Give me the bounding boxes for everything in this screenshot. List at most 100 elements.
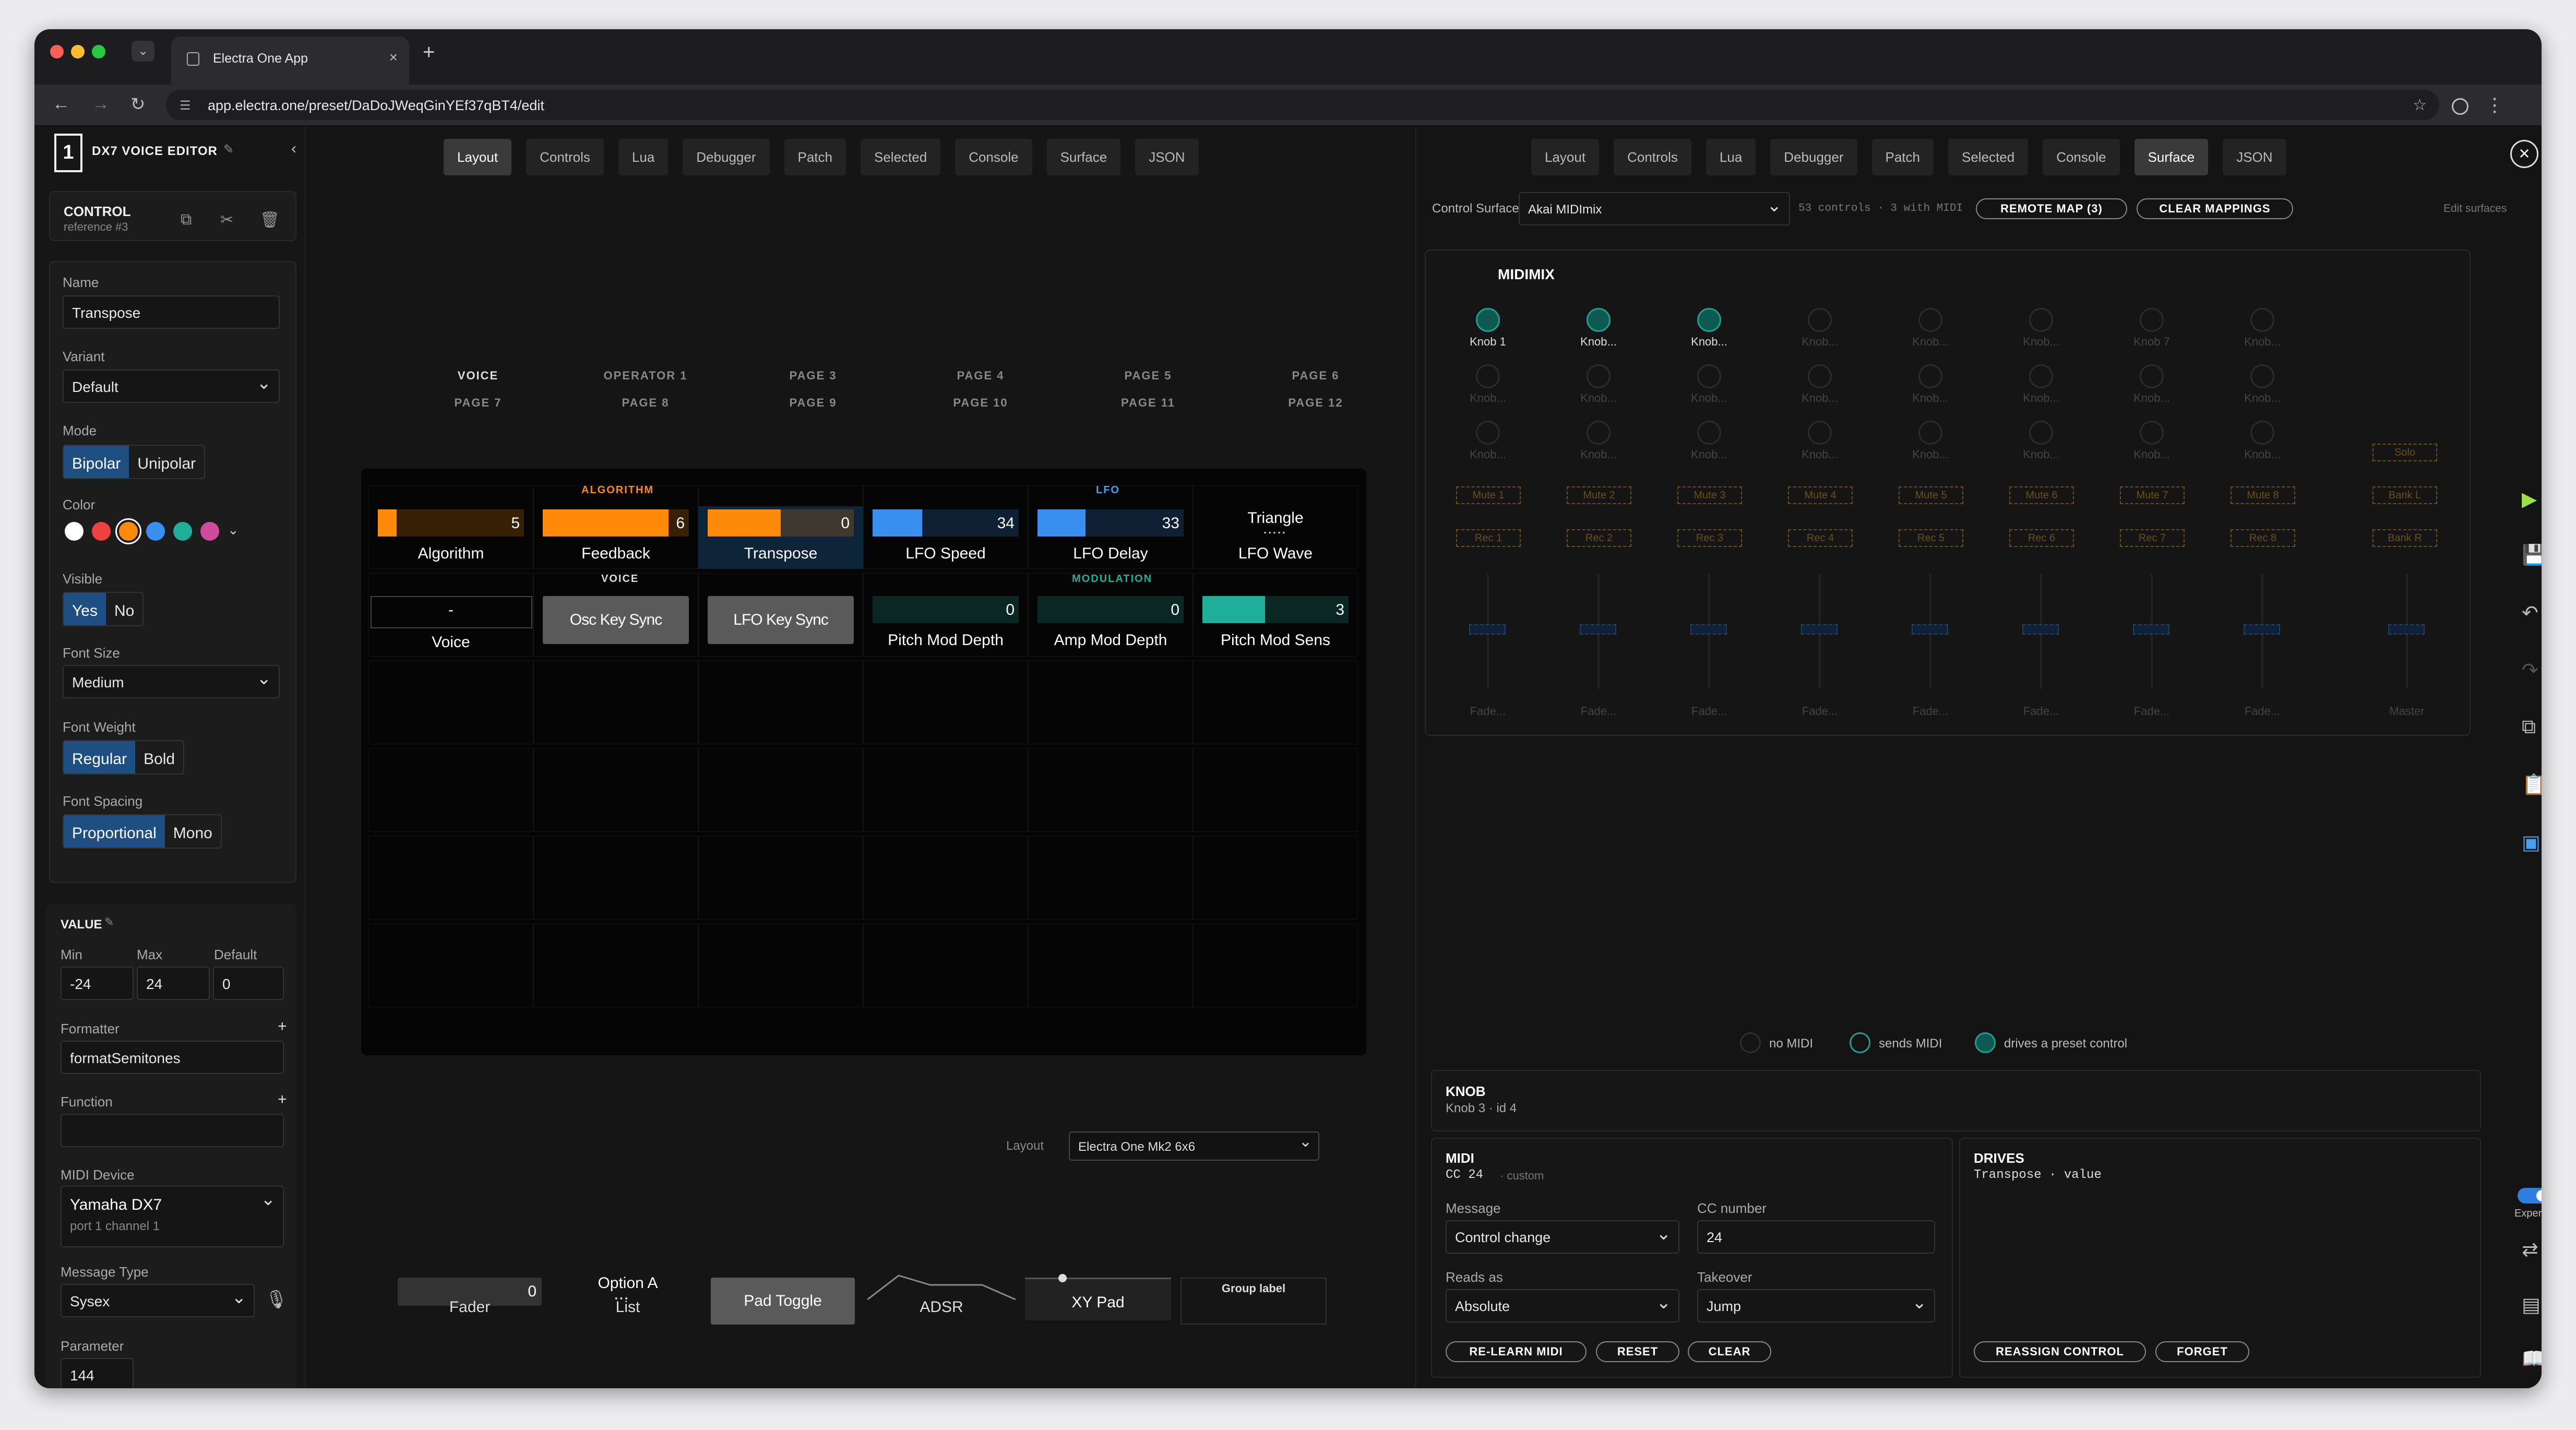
control-transpose[interactable]: 0 Transpose xyxy=(698,503,863,571)
play-icon[interactable]: ▶ xyxy=(2522,487,2537,511)
surface-fader-cap[interactable] xyxy=(2244,624,2280,635)
clear-mappings-button[interactable]: CLEAR MAPPINGS xyxy=(2137,198,2293,219)
add-function-button[interactable]: + xyxy=(278,1091,287,1109)
surface-fader-cap[interactable] xyxy=(2133,624,2169,635)
surface-knob[interactable] xyxy=(1808,364,1832,388)
surface-knob[interactable] xyxy=(2029,421,2053,445)
panel-toggle-icon[interactable]: ▣ xyxy=(2522,831,2541,854)
color-swatch[interactable] xyxy=(65,522,84,541)
surface-fader-cap[interactable] xyxy=(1469,624,1506,635)
surface-knob[interactable] xyxy=(2140,364,2164,388)
grid-cell[interactable] xyxy=(1028,748,1193,832)
mute-button[interactable]: Mute 6 xyxy=(2009,486,2074,504)
surface-knob[interactable] xyxy=(2250,308,2274,332)
surface-fader-cap[interactable] xyxy=(1912,624,1948,635)
maximize-window-button[interactable] xyxy=(92,45,105,58)
control-algorithm[interactable]: 5 Algorithm xyxy=(368,503,533,571)
profile-icon[interactable] xyxy=(2452,98,2468,115)
surface-knob[interactable] xyxy=(1587,421,1611,445)
color-swatch[interactable] xyxy=(92,522,111,541)
save-icon[interactable]: 💾 xyxy=(2522,544,2542,567)
formatter-input[interactable]: formatSemitones xyxy=(61,1041,284,1074)
forward-icon[interactable]: → xyxy=(92,94,110,114)
function-input[interactable] xyxy=(61,1114,284,1147)
surface-knob[interactable] xyxy=(1697,421,1721,445)
tab-surface[interactable]: Surface xyxy=(2134,139,2209,175)
control-surface-select[interactable]: Akai MIDImix xyxy=(1519,192,1790,225)
color-swatch[interactable] xyxy=(119,522,138,541)
default-input[interactable]: 0 xyxy=(213,967,284,1000)
close-window-button[interactable] xyxy=(50,45,64,58)
grid-cell[interactable] xyxy=(1028,661,1193,744)
bank-right-button[interactable]: Bank R xyxy=(2372,529,2437,547)
delete-icon[interactable]: 🗑 xyxy=(260,211,280,229)
tab-selected[interactable]: Selected xyxy=(861,139,941,175)
rec-button[interactable]: Rec 2 xyxy=(1567,529,1631,547)
tab-search-chevron-icon[interactable]: ⌄ xyxy=(132,41,154,62)
rec-button[interactable]: Rec 7 xyxy=(2120,529,2185,547)
page-tab[interactable]: OPERATOR 1 PAGE 8 xyxy=(593,362,698,416)
surface-knob[interactable] xyxy=(2250,421,2274,445)
tab-lua[interactable]: Lua xyxy=(618,139,669,175)
edit-title-pencil-icon[interactable]: ✎ xyxy=(223,142,234,157)
font-size-select[interactable]: Medium xyxy=(63,665,280,698)
back-icon[interactable]: ← xyxy=(52,94,70,114)
minimize-window-button[interactable] xyxy=(71,45,85,58)
surface-knob[interactable] xyxy=(1808,421,1832,445)
surface-knob[interactable] xyxy=(1918,364,1942,388)
control-voice[interactable]: - Voice xyxy=(368,590,533,658)
grid-cell[interactable] xyxy=(863,661,1028,744)
grid-cell[interactable] xyxy=(863,836,1028,920)
clear-button[interactable]: CLEAR xyxy=(1688,1341,1771,1362)
surface-knob[interactable] xyxy=(1918,421,1942,445)
tab-controls[interactable]: Controls xyxy=(526,139,604,175)
visible-yes[interactable]: Yes xyxy=(64,593,106,625)
relearn-midi-button[interactable]: RE-LEARN MIDI xyxy=(1446,1341,1587,1362)
add-formatter-button[interactable]: + xyxy=(278,1018,287,1035)
grid-cell[interactable] xyxy=(1193,836,1358,920)
surface-knob[interactable] xyxy=(2140,421,2164,445)
grid-cell[interactable] xyxy=(1028,836,1193,920)
tab-console[interactable]: Console xyxy=(2043,139,2120,175)
surface-fader-cap[interactable] xyxy=(2022,624,2059,635)
clipboard-icon[interactable]: 📋 xyxy=(2522,773,2542,796)
parameter-input[interactable]: 144 xyxy=(61,1358,134,1388)
forget-button[interactable]: FORGET xyxy=(2155,1341,2249,1362)
color-swatch[interactable] xyxy=(200,522,219,541)
close-pane-icon[interactable]: × xyxy=(2510,140,2538,168)
rec-button[interactable]: Rec 4 xyxy=(1788,529,1853,547)
url-input[interactable]: ☰ app.electra.one/preset/DaDoJWeqGinYEf3… xyxy=(166,90,2504,120)
surface-knob[interactable] xyxy=(1918,308,1942,332)
grid-cell[interactable] xyxy=(368,661,533,744)
mute-button[interactable]: Mute 1 xyxy=(1456,486,1521,504)
control-pitch-mod-sens[interactable]: 3 Pitch Mod Sens xyxy=(1193,590,1358,658)
variant-select[interactable]: Default xyxy=(63,370,280,403)
rec-button[interactable]: Rec 3 xyxy=(1677,529,1742,547)
grid-cell[interactable] xyxy=(1193,924,1358,1007)
surface-knob[interactable] xyxy=(2029,364,2053,388)
page-tab[interactable]: PAGE 4 PAGE 10 xyxy=(928,362,1033,416)
expert-toggle[interactable] xyxy=(2518,1188,2542,1203)
mute-button[interactable]: Mute 7 xyxy=(2120,486,2185,504)
close-tab-icon[interactable]: × xyxy=(389,49,398,66)
surface-knob[interactable] xyxy=(1476,308,1500,332)
redo-icon[interactable]: ↷ xyxy=(2522,659,2538,682)
tab-selected[interactable]: Selected xyxy=(1948,139,2029,175)
font-weight-regular[interactable]: Regular xyxy=(64,741,136,773)
electra-logo[interactable]: 1 xyxy=(54,134,82,172)
grid-cell[interactable] xyxy=(863,748,1028,832)
mute-button[interactable]: Mute 5 xyxy=(1899,486,1963,504)
control-lfo-wave[interactable]: Triangle ••••• LFO Wave xyxy=(1193,503,1358,571)
grid-cell[interactable] xyxy=(533,836,698,920)
collapse-sidebar-chevron-icon[interactable]: ‹ xyxy=(291,140,296,158)
surface-knob[interactable] xyxy=(1697,364,1721,388)
mute-button[interactable]: Mute 2 xyxy=(1567,486,1631,504)
grid-cell[interactable] xyxy=(698,924,863,1007)
duplicate-icon[interactable]: ⧉ xyxy=(2522,716,2536,738)
tab-lua[interactable]: Lua xyxy=(1706,139,1756,175)
surface-knob[interactable] xyxy=(2029,308,2053,332)
surface-fader-cap[interactable] xyxy=(1801,624,1838,635)
message-type-select[interactable]: Sysex xyxy=(61,1284,255,1317)
mute-button[interactable]: Mute 4 xyxy=(1788,486,1853,504)
grid-cell[interactable] xyxy=(368,836,533,920)
